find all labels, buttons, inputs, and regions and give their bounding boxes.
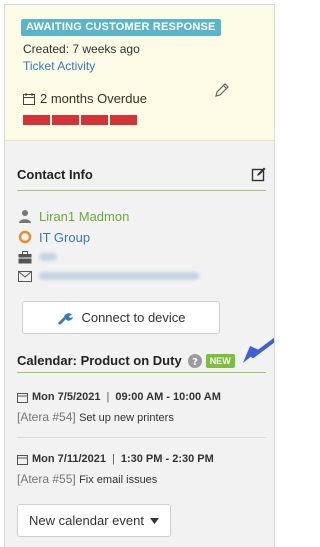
contact-email-row [17, 267, 199, 285]
help-icon[interactable]: ? [187, 353, 202, 368]
overdue-status: 2 months Overdue [23, 91, 147, 106]
wrench-icon [58, 312, 74, 325]
contact-company[interactable]: IT Group [39, 230, 90, 245]
event-time: 09:00 AM - 10:00 AM [115, 391, 221, 403]
calendar-event[interactable]: Mon 7/11/2021 | 1:30 PM - 2:30 PM [Atera… [17, 451, 267, 486]
overdue-bar [23, 115, 50, 125]
calendar-icon [23, 92, 35, 105]
status-badge: AWAITING CUSTOMER RESPONSE [21, 19, 221, 36]
event-ticket-ref[interactable]: [Atera #54] [17, 410, 76, 424]
contact-company-row: IT Group [17, 228, 90, 246]
redacted-email[interactable] [39, 272, 199, 280]
envelope-icon [17, 268, 33, 284]
connect-to-device-button[interactable]: Connect to device [22, 301, 220, 334]
briefcase-icon [17, 249, 33, 265]
overdue-bar [81, 115, 108, 125]
svg-text:?: ? [192, 357, 198, 368]
event-ticket-ref[interactable]: [Atera #55] [17, 472, 76, 486]
caret-down-icon [149, 517, 159, 524]
edit-pencil-icon[interactable] [213, 81, 231, 99]
overdue-bar [52, 115, 79, 125]
contact-job-row [17, 248, 57, 266]
contact-name-row: Liran1 Madmon [17, 207, 129, 225]
ticket-activity-link[interactable]: Ticket Activity [23, 59, 95, 73]
calendar-event[interactable]: Mon 7/5/2021 | 09:00 AM - 10:00 AM [Ater… [17, 389, 267, 424]
created-time: Created: 7 weeks ago [23, 42, 140, 56]
calendar-title: Calendar: Product on Duty [17, 353, 182, 368]
event-divider [17, 437, 267, 438]
company-ring-icon [17, 229, 33, 245]
event-title: Fix email issues [79, 474, 158, 486]
ticket-side-panel: AWAITING CUSTOMER RESPONSE Created: 7 we… [4, 4, 275, 547]
new-event-label: New calendar event [29, 513, 144, 528]
edit-contact-icon[interactable] [251, 166, 267, 182]
calendar-header: Calendar: Product on Duty ? NEW [17, 353, 235, 368]
pointer-arrow-icon [243, 337, 274, 363]
event-date: Mon 7/5/2021 [32, 391, 101, 403]
ticket-status-box: AWAITING CUSTOMER RESPONSE Created: 7 we… [5, 5, 274, 141]
calendar-icon [17, 392, 28, 403]
contact-divider [17, 190, 266, 191]
contact-name[interactable]: Liran1 Madmon [39, 209, 129, 224]
contact-info-title: Contact Info [17, 167, 93, 182]
event-date: Mon 7/11/2021 [32, 453, 106, 465]
overdue-severity-bars [23, 115, 137, 125]
user-icon [17, 208, 33, 224]
new-calendar-event-button[interactable]: New calendar event [17, 504, 171, 537]
overdue-label: 2 months Overdue [40, 91, 147, 106]
overdue-bar [110, 115, 137, 125]
connect-button-label: Connect to device [81, 310, 186, 325]
redacted-job-title [39, 253, 57, 261]
new-badge: NEW [205, 353, 235, 368]
calendar-icon [17, 454, 28, 465]
event-time: 1:30 PM - 2:30 PM [120, 453, 214, 465]
calendar-divider [17, 372, 266, 373]
event-title: Set up new printers [79, 412, 174, 424]
